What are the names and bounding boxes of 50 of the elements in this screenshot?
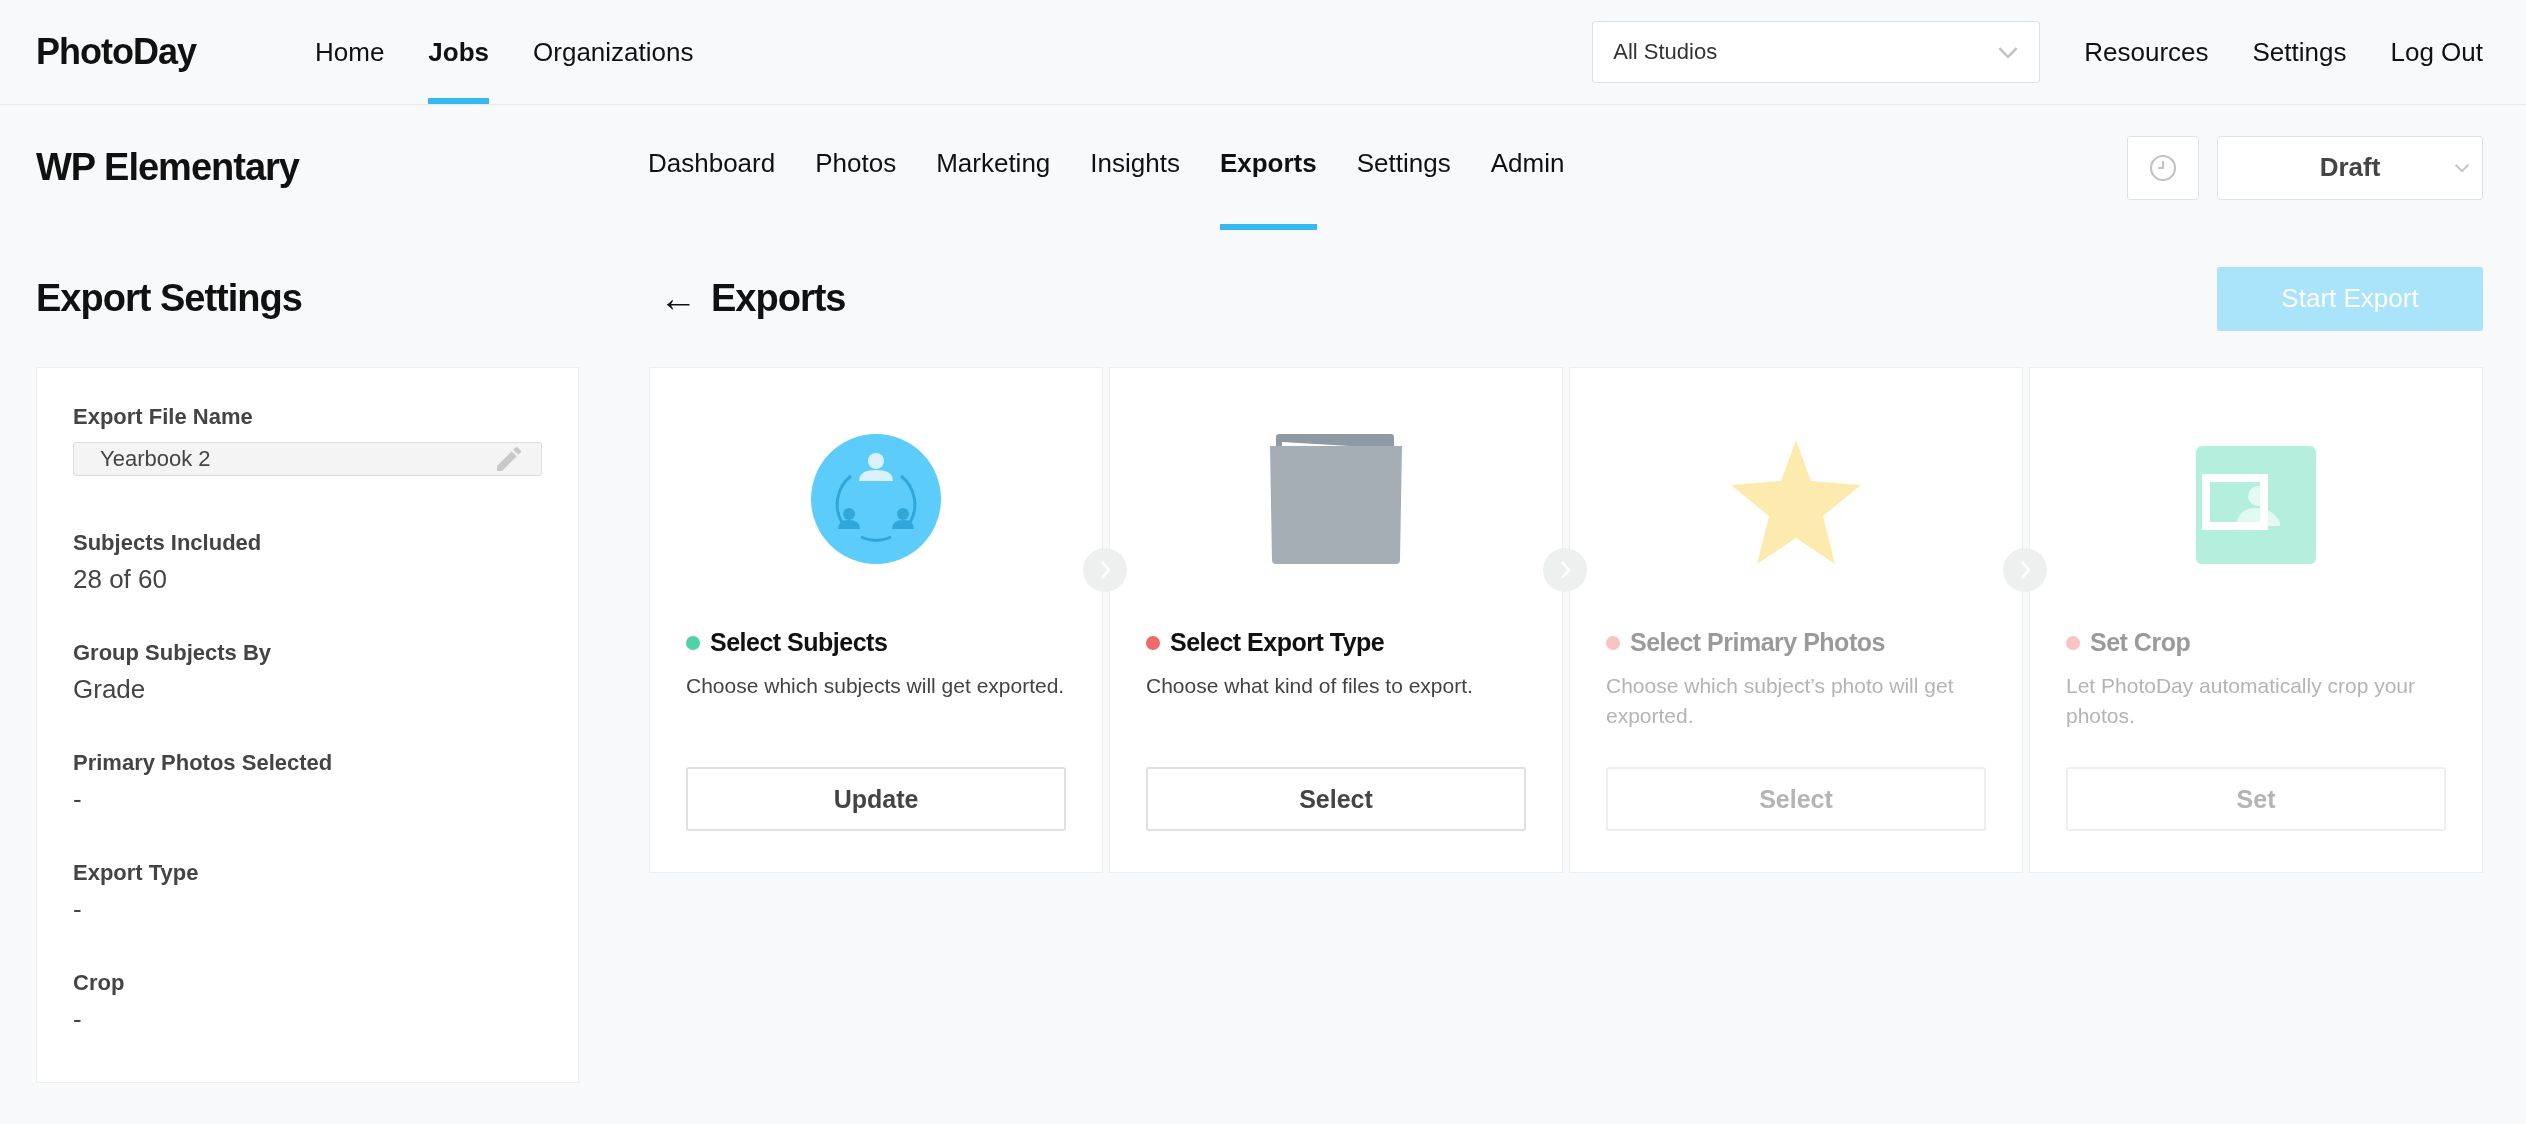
job-tab[interactable]: Exports (1219, 105, 1317, 230)
studio-dropdown[interactable]: All Studios (1592, 21, 2041, 83)
field-label: Group Subjects By (73, 640, 273, 666)
chevron-down-icon (2454, 162, 2470, 173)
step-button[interactable]: Update (686, 767, 1066, 831)
job-tab[interactable]: Settings (1356, 105, 1451, 230)
section-title: Export Settings (36, 276, 303, 321)
field-label: Crop (73, 970, 126, 996)
step-title: Set Crop (2090, 628, 2191, 657)
chevron-down-icon (1997, 45, 2020, 59)
field-label: Primary Photos Selected (73, 750, 334, 776)
step-description: Let PhotoDay automatically crop your photos. (2066, 673, 2416, 729)
nav-link[interactable]: Organizations (533, 0, 694, 104)
step-button[interactable]: Select (1146, 767, 1526, 831)
field-label: Subjects Included (73, 530, 263, 556)
page-title: Exports (711, 277, 846, 320)
field-value: - (73, 894, 83, 926)
history-button[interactable] (2127, 135, 2199, 200)
step-title: Select Subjects (710, 628, 888, 657)
field-value: - (73, 1004, 83, 1036)
file-name-field[interactable]: Yearbook 2 (73, 442, 542, 476)
header-link[interactable]: Settings (2252, 36, 2347, 68)
crop-photo-icon (2196, 446, 2316, 564)
step-description: Choose which subjects will get exported. (686, 673, 1066, 699)
header-link[interactable]: Log Out (2390, 36, 2483, 68)
job-tab[interactable]: Marketing (936, 105, 1051, 230)
folder-icon (1268, 434, 1404, 564)
step-title: Select Primary Photos (1630, 628, 1885, 657)
job-tab[interactable]: Insights (1090, 105, 1180, 230)
status-dropdown[interactable]: Draft (2217, 135, 2483, 200)
nav-link[interactable]: Jobs (428, 0, 490, 104)
field-value: Grade (73, 674, 147, 706)
job-title: WP Elementary (36, 146, 301, 189)
step-description: Choose which subject’s photo will get exported. (1606, 673, 1955, 729)
header-link[interactable]: Resources (2084, 36, 2209, 68)
nav-link[interactable]: Home (315, 0, 385, 104)
clock-icon (2148, 152, 2178, 183)
step-title: Select Export Type (1170, 628, 1385, 657)
job-tab[interactable]: Dashboard (648, 105, 776, 230)
star-icon (1731, 440, 1861, 564)
people-circle-icon (811, 434, 941, 564)
job-tab[interactable]: Photos (815, 105, 897, 230)
step-description: Choose what kind of files to export. (1146, 673, 1474, 699)
field-label: Export Type (73, 860, 200, 886)
field-label: Export File Name (73, 404, 254, 430)
job-tab[interactable]: Admin (1490, 105, 1565, 230)
back-arrow[interactable]: ← (659, 277, 697, 320)
field-value: 28 of 60 (73, 564, 168, 596)
logo[interactable]: PhotoDay (36, 31, 236, 73)
field-value: - (73, 784, 83, 816)
